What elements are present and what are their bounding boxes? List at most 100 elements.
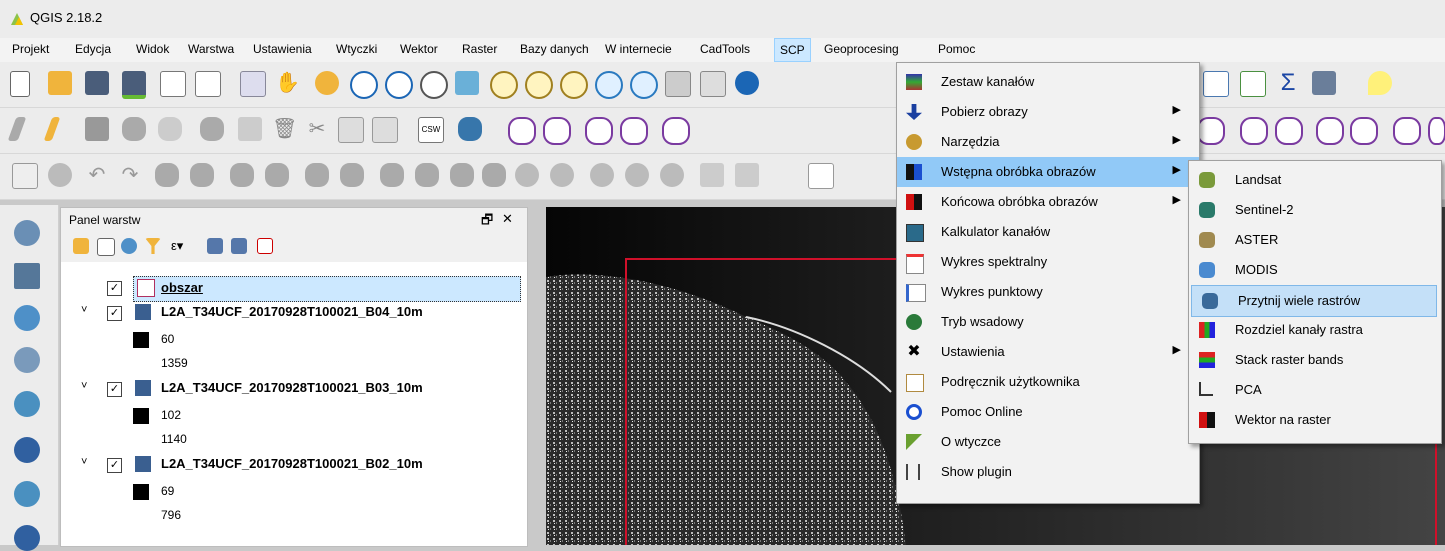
digitize-tool-d-icon[interactable] [1316,117,1344,145]
menu-geoprocesing[interactable]: Geoprocesing [824,42,899,56]
delete-ring-icon[interactable] [305,163,329,187]
zoom-next-icon[interactable] [630,71,658,99]
current-edits-icon[interactable] [7,117,27,141]
layer-visibility-checkbox[interactable]: ✓ [107,458,122,473]
menu-edycja[interactable]: Edycja [75,42,111,56]
menu-wtyczki[interactable]: Wtyczki [336,42,377,56]
offset-curve-icon[interactable] [415,163,439,187]
add-group-icon[interactable] [97,238,115,256]
manage-visibility-icon[interactable] [121,238,137,254]
merge-attributes-icon[interactable] [550,163,574,187]
zoom-to-layer-icon[interactable] [525,71,553,99]
submenu-item-przytnij-wiele-rastrow[interactable]: Przytnij wiele rastrów [1191,285,1437,317]
add-vector-layer-icon[interactable] [14,220,40,246]
menu-item-wstepna-obrobka-obrazow[interactable]: Wstępna obróbka obrazów ▶ [897,157,1199,187]
move-label-icon[interactable] [625,163,649,187]
expand-chevron-icon[interactable]: ˅ [81,380,87,392]
rotate-icon[interactable] [48,163,72,187]
fill-ring-icon[interactable] [265,163,289,187]
collapse-all-icon[interactable] [231,238,247,254]
layer-name[interactable]: L2A_T34UCF_20170928T100021_B04_10m [161,304,423,319]
submenu-item-landsat[interactable]: Landsat [1189,165,1441,195]
menu-item-podrecznik-uzytkownika[interactable]: Podręcznik użytkownika [897,367,1199,397]
menu-projekt[interactable]: Projekt [12,42,49,56]
filter-legend-icon[interactable] [145,238,161,254]
attribute-table-icon[interactable] [1203,71,1229,97]
digitize-tool-c-icon[interactable] [1275,117,1303,145]
menu-item-pomoc-online[interactable]: Pomoc Online [897,397,1199,427]
submenu-item-sentinel-2[interactable]: Sentinel-2 [1189,195,1441,225]
float-panel-icon[interactable]: 🗗 [481,211,493,233]
add-ring-icon[interactable] [190,163,214,187]
zoom-last-icon[interactable] [595,71,623,99]
simplify-icon[interactable] [155,163,179,187]
add-wms-layer-icon[interactable] [14,391,40,417]
menu-item-tryb-wsadowy[interactable]: Tryb wsadowy [897,307,1199,337]
toggle-editing-pencil-icon[interactable] [43,117,61,141]
add-postgis-layer-icon[interactable] [14,347,40,373]
submenu-item-pca[interactable]: PCA [1189,375,1441,405]
save-as-icon[interactable] [122,71,146,99]
expand-chevron-icon[interactable]: ˅ [81,304,87,316]
save-layer-edits-icon[interactable] [85,117,109,141]
menu-item-narzedzia[interactable]: Narzędzia ▶ [897,127,1199,157]
expand-all-icon[interactable] [207,238,223,254]
menu-item-pobierz-obrazy[interactable]: Pobierz obrazy ▶ [897,97,1199,127]
delete-selected-icon[interactable]: 🗑 [272,117,297,141]
add-virtual-layer-icon[interactable] [14,481,40,507]
reshape-icon[interactable] [380,163,404,187]
filter-expression-icon[interactable]: ε▾ [171,238,199,254]
menu-ustawienia[interactable]: Ustawienia [253,42,312,56]
submenu-item-stack-raster-bands[interactable]: Stack raster bands [1189,345,1441,375]
menu-cadtools[interactable]: CadTools [700,42,750,56]
add-circular-string-icon[interactable] [158,117,182,141]
close-panel-icon[interactable]: ✕ [502,211,513,227]
redo-icon[interactable]: ↷ [118,163,142,187]
merge-features-icon[interactable] [515,163,539,187]
open-folder-icon[interactable] [48,71,72,95]
remove-layer-icon[interactable] [257,238,273,254]
submenu-item-rozdziel-kanaly-rastra[interactable]: Rozdziel kanały rastra [1189,315,1441,345]
menu-raster[interactable]: Raster [462,42,497,56]
menu-item-wykres-spektralny[interactable]: Wykres spektralny [897,247,1199,277]
zoom-native-icon[interactable] [560,71,588,99]
menu-item-ustawienia[interactable]: ✖ Ustawienia ▶ [897,337,1199,367]
add-raster-layer-icon[interactable] [14,263,40,289]
add-wfs-layer-icon[interactable] [14,437,40,463]
show-hide-labels-icon[interactable] [700,163,724,187]
digitize-tool-e-icon[interactable] [1350,117,1378,145]
layer-visibility-checkbox[interactable]: ✓ [107,281,122,296]
touch-zoom-icon[interactable] [240,71,266,97]
digitize-line-icon[interactable] [620,117,648,145]
measure-icon[interactable] [1312,71,1336,95]
snapping-icon[interactable] [12,163,38,189]
pan-to-selection-icon[interactable] [315,71,339,95]
submenu-item-modis[interactable]: MODIS [1189,255,1441,285]
pan-hand-icon[interactable]: ✋ [275,71,300,95]
add-feature-icon[interactable] [122,117,146,141]
field-calculator-icon[interactable] [1240,71,1266,97]
menu-item-wykres-punktowy[interactable]: Wykres punktowy [897,277,1199,307]
refresh-icon[interactable] [735,71,759,95]
submenu-item-aster[interactable]: ASTER [1189,225,1441,255]
zoom-out-icon[interactable] [385,71,413,99]
copy-features-icon[interactable] [338,117,364,143]
save-icon[interactable] [85,71,109,95]
layer-visibility-checkbox[interactable]: ✓ [107,382,122,397]
paste-features-icon[interactable] [372,117,398,143]
rotate-symbols-icon[interactable] [590,163,614,187]
map-tips-icon[interactable] [1368,71,1392,95]
expand-chevron-icon[interactable]: ˅ [81,456,87,468]
node-tool-icon[interactable] [238,117,262,141]
digitize-icon[interactable] [508,117,536,145]
menu-pomoc[interactable]: Pomoc [938,42,975,56]
composer-manager-icon[interactable] [195,71,221,97]
statistics-sigma-icon[interactable]: Σ [1276,71,1300,95]
submenu-item-wektor-na-raster[interactable]: Wektor na raster [1189,405,1441,435]
add-spatialite-layer-icon[interactable] [14,525,40,551]
bookmark-icon[interactable] [700,71,726,97]
zoom-full-icon[interactable] [455,71,479,95]
digitize-tool-g-icon[interactable] [1428,117,1445,145]
move-feature-icon[interactable] [200,117,224,141]
layer-name[interactable]: L2A_T34UCF_20170928T100021_B03_10m [161,380,423,395]
